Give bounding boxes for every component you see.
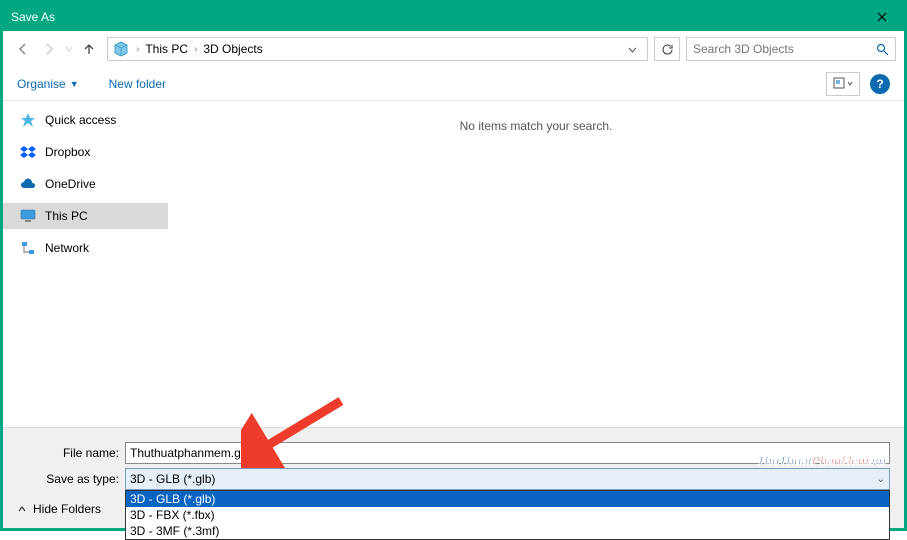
address-bar[interactable]: › This PC › 3D Objects bbox=[107, 37, 648, 61]
breadcrumb-caret[interactable]: › bbox=[194, 44, 197, 55]
up-button[interactable] bbox=[77, 37, 101, 61]
sidebar-item-this-pc[interactable]: This PC bbox=[3, 203, 168, 229]
savetype-option[interactable]: 3D - FBX (*.fbx) bbox=[126, 507, 889, 523]
sidebar-item-label: This PC bbox=[45, 209, 88, 223]
new-folder-button[interactable]: New folder bbox=[109, 77, 166, 91]
network-icon bbox=[19, 239, 37, 257]
chevron-down-icon: ▼ bbox=[70, 79, 79, 89]
chevron-down-icon: ⌄ bbox=[877, 474, 885, 485]
sidebar-item-label: Dropbox bbox=[45, 145, 90, 159]
sidebar-item-label: OneDrive bbox=[45, 177, 96, 191]
view-options-button[interactable] bbox=[826, 72, 860, 96]
sidebar-item-label: Quick access bbox=[45, 113, 116, 127]
savetype-label: Save as type: bbox=[3, 472, 125, 486]
sidebar: Quick access Dropbox OneDrive This PC Ne… bbox=[3, 101, 168, 415]
content-pane: No items match your search. bbox=[168, 101, 904, 415]
sidebar-item-dropbox[interactable]: Dropbox bbox=[3, 139, 168, 165]
sidebar-item-onedrive[interactable]: OneDrive bbox=[3, 171, 168, 197]
forward-button bbox=[37, 37, 61, 61]
back-button[interactable] bbox=[11, 37, 35, 61]
bottom-panel: File name: Save as type: 3D - GLB (*.glb… bbox=[3, 427, 904, 528]
chevron-down-icon bbox=[628, 45, 637, 54]
savetype-dropdown: 3D - GLB (*.glb) 3D - FBX (*.fbx) 3D - 3… bbox=[125, 490, 890, 540]
breadcrumb-root[interactable]: This PC bbox=[141, 42, 192, 56]
sidebar-item-label: Network bbox=[45, 241, 89, 255]
breadcrumb-folder[interactable]: 3D Objects bbox=[199, 42, 266, 56]
cloud-icon bbox=[19, 175, 37, 193]
breadcrumb-caret[interactable]: › bbox=[136, 44, 139, 55]
search-icon bbox=[876, 43, 889, 56]
nav-separator bbox=[65, 45, 73, 53]
arrow-right-icon bbox=[41, 41, 57, 57]
filename-label: File name: bbox=[3, 446, 125, 460]
chevron-down-icon bbox=[65, 45, 73, 53]
search-box[interactable] bbox=[686, 37, 896, 61]
savetype-option[interactable]: 3D - GLB (*.glb) bbox=[126, 491, 889, 507]
star-icon bbox=[19, 111, 37, 129]
organise-label: Organise bbox=[17, 77, 66, 91]
toolbar: Organise ▼ New folder ? bbox=[3, 67, 904, 101]
nav-row: › This PC › 3D Objects bbox=[3, 31, 904, 67]
refresh-button[interactable] bbox=[654, 37, 680, 61]
empty-message: No items match your search. bbox=[460, 119, 613, 133]
savetype-selected: 3D - GLB (*.glb) bbox=[130, 472, 215, 486]
refresh-icon bbox=[661, 43, 674, 56]
savetype-option[interactable]: 3D - 3MF (*.3mf) bbox=[126, 523, 889, 539]
main-area: Quick access Dropbox OneDrive This PC Ne… bbox=[3, 101, 904, 415]
close-icon bbox=[877, 12, 887, 22]
search-input[interactable] bbox=[693, 42, 872, 56]
arrow-up-icon bbox=[81, 41, 97, 57]
close-button[interactable] bbox=[859, 3, 904, 31]
organise-menu[interactable]: Organise ▼ bbox=[17, 77, 79, 91]
titlebar: Save As bbox=[3, 3, 904, 31]
savetype-combobox[interactable]: 3D - GLB (*.glb) ⌄ 3D - GLB (*.glb) 3D -… bbox=[125, 468, 890, 490]
view-icon bbox=[833, 77, 853, 91]
help-button[interactable]: ? bbox=[870, 74, 890, 94]
dropbox-icon bbox=[19, 143, 37, 161]
sidebar-item-network[interactable]: Network bbox=[3, 235, 168, 261]
window-title: Save As bbox=[11, 10, 859, 24]
filename-input[interactable] bbox=[125, 442, 890, 464]
arrow-left-icon bbox=[15, 41, 31, 57]
address-dropdown[interactable] bbox=[622, 45, 643, 54]
monitor-icon bbox=[19, 207, 37, 225]
sidebar-item-quick-access[interactable]: Quick access bbox=[3, 107, 168, 133]
chevron-up-icon bbox=[17, 504, 27, 514]
hide-folders-label: Hide Folders bbox=[33, 502, 101, 516]
object-3d-icon bbox=[112, 40, 130, 58]
help-icon: ? bbox=[876, 77, 883, 91]
